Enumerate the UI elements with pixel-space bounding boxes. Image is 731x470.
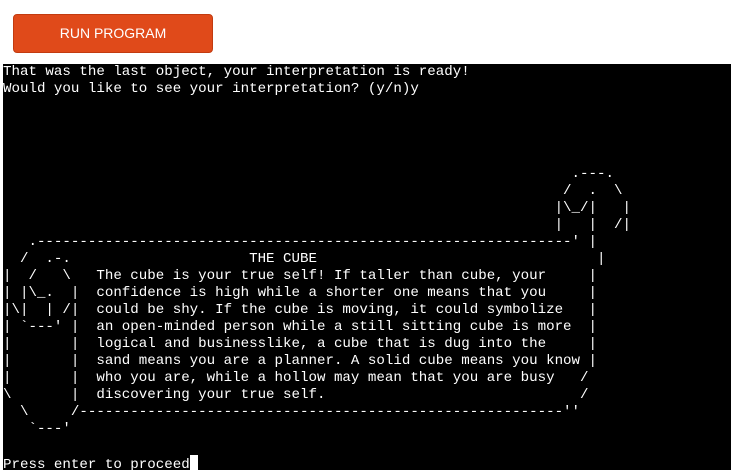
terminal-line: \ | discovering your true self. / <box>3 387 589 403</box>
terminal-line: | / \ The cube is your true self! If tal… <box>3 268 598 284</box>
terminal-line: .---------------------------------------… <box>3 234 598 250</box>
terminal-line: | |\_. | confidence is high while a shor… <box>3 285 598 301</box>
terminal-line: / .-. THE CUBE | <box>3 251 606 267</box>
page: RUN PROGRAM That was the last object, yo… <box>0 0 731 470</box>
terminal-line: |\| | /| could be shy. If the cube is mo… <box>3 302 598 318</box>
terminal-prompt: Press enter to proceed <box>3 457 190 470</box>
terminal-prompt-line[interactable]: Press enter to proceed <box>3 455 731 470</box>
terminal-line: | `---' | an open-minded person while a … <box>3 319 598 335</box>
terminal-line: That was the last object, your interpret… <box>3 64 470 80</box>
terminal-line: |\_/| | <box>3 200 631 216</box>
terminal-line: Would you like to see your interpretatio… <box>3 81 419 97</box>
terminal-line: \ /-------------------------------------… <box>3 404 581 420</box>
terminal-line: .---. <box>3 166 614 182</box>
terminal-line: / . \ <box>3 183 623 199</box>
terminal-window[interactable]: That was the last object, your interpret… <box>3 64 731 470</box>
terminal-line: | | /| <box>3 217 631 233</box>
terminal-line: | | sand means you are a planner. A soli… <box>3 353 598 369</box>
terminal-line: | | who you are, while a hollow may mean… <box>3 370 589 386</box>
text-cursor <box>189 455 198 470</box>
run-program-button[interactable]: RUN PROGRAM <box>13 14 213 53</box>
terminal-line: `---' <box>3 421 71 437</box>
terminal-line: | | logical and businesslike, a cube tha… <box>3 336 598 352</box>
terminal-output: That was the last object, your interpret… <box>3 64 731 455</box>
